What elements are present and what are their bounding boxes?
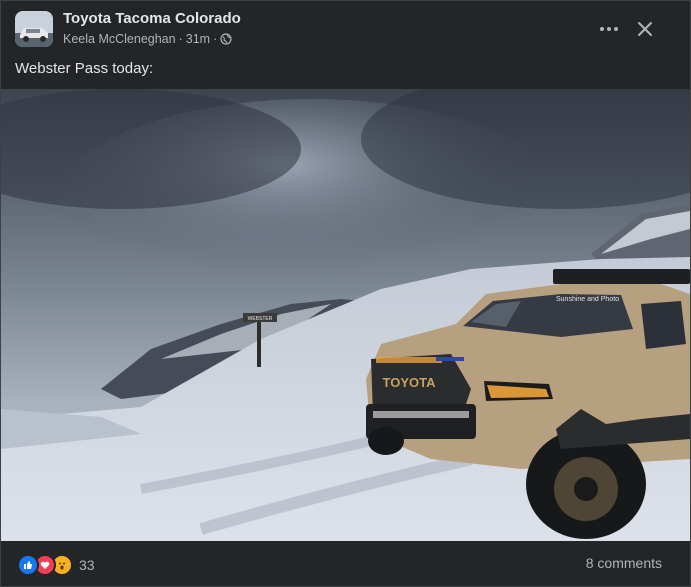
- post-card: Toyota Tacoma Colorado Keela McCleneghan…: [0, 0, 691, 587]
- like-icon: [17, 554, 39, 576]
- author-name[interactable]: Keela McCleneghan: [63, 32, 176, 46]
- more-dots-icon: [600, 27, 618, 31]
- truck-in-snow-photo: WEBSTER TOYOTA Sunshine and Photo: [1, 89, 690, 541]
- post-caption: Webster Pass today:: [15, 60, 154, 77]
- meta-separator: ·: [178, 32, 183, 46]
- comments-count-link[interactable]: 8 comments: [586, 555, 662, 571]
- post-photo[interactable]: WEBSTER TOYOTA Sunshine and Photo: [1, 89, 690, 541]
- pass-sign-text: WEBSTER: [248, 316, 273, 322]
- reaction-count: 33: [79, 557, 95, 573]
- post-footer: 33 8 comments: [1, 541, 690, 587]
- close-button[interactable]: [631, 15, 659, 43]
- close-icon: [638, 22, 652, 36]
- meta-separator-2: ·: [213, 32, 218, 46]
- post-meta: Keela McCleneghan · 31m ·: [63, 32, 232, 46]
- reactions-summary[interactable]: 33: [17, 554, 95, 576]
- group-name[interactable]: Toyota Tacoma Colorado: [63, 10, 241, 27]
- grille-logo-text: TOYOTA: [383, 375, 437, 390]
- avatar-image: [15, 11, 53, 47]
- globe-icon: [220, 33, 232, 45]
- windshield-decal-text: Sunshine and Photo: [556, 296, 619, 303]
- post-time[interactable]: 31m: [186, 32, 210, 46]
- group-avatar[interactable]: [15, 11, 53, 47]
- post-header: Toyota Tacoma Colorado Keela McCleneghan…: [1, 1, 690, 57]
- more-options-button[interactable]: [595, 15, 623, 43]
